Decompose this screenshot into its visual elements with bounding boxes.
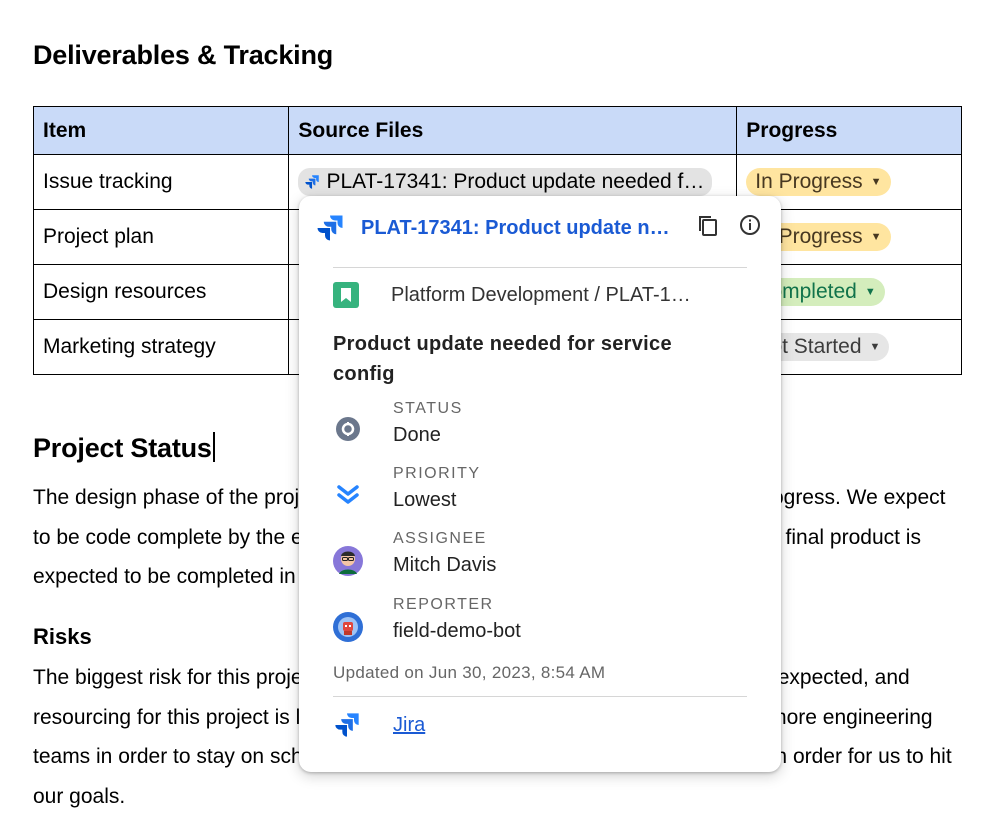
jira-icon: [317, 215, 343, 241]
reporter-avatar: [333, 612, 363, 642]
jira-source-link[interactable]: Jira: [393, 714, 425, 737]
jira-icon: [335, 713, 359, 737]
status-value: Done: [393, 424, 441, 446]
table-header-row: Item Source Files Progress: [32, 106, 962, 155]
status-dropdown[interactable]: In Progress ▼: [746, 168, 891, 196]
item-cell[interactable]: Project plan: [32, 209, 290, 265]
header-source-files: Source Files: [288, 106, 738, 155]
issue-summary: Product update needed for service config: [333, 333, 672, 385]
item-cell[interactable]: Issue tracking: [32, 154, 290, 210]
chevron-down-icon: ▼: [870, 176, 882, 188]
assignee-avatar: [333, 546, 363, 576]
divider: [333, 267, 747, 268]
chevron-down-icon: ▼: [870, 231, 882, 243]
jira-preview-card: PLAT-17341: Product update n… Platform D…: [299, 196, 781, 772]
reporter-field: REPORTER field-demo-bot: [333, 596, 521, 643]
jira-icon: [305, 174, 320, 189]
reporter-value: field-demo-bot: [393, 620, 521, 642]
item-cell[interactable]: Design resources: [32, 264, 290, 320]
status-field: STATUS Done: [333, 400, 463, 447]
updated-timestamp: Updated on Jun 30, 2023, 8:54 AM: [333, 663, 606, 682]
section-title-risks: Risks: [33, 624, 92, 649]
card-header: PLAT-17341: Product update n…: [315, 210, 765, 246]
chevron-down-icon: ▼: [869, 341, 881, 353]
assignee-value: Mitch Davis: [393, 554, 497, 576]
project-breadcrumb: Platform Development / PLAT-1…: [333, 282, 691, 308]
card-actions: [697, 214, 761, 238]
section-title-deliverables: Deliverables & Tracking: [33, 40, 334, 70]
issue-title-link[interactable]: PLAT-17341: Product update n…: [361, 217, 670, 240]
priority-value: Lowest: [393, 489, 457, 511]
jira-chip-label: PLAT-17341: Product update needed f…: [326, 169, 705, 193]
priority-field: PRIORITY Lowest: [333, 465, 481, 512]
status-icon: [336, 417, 360, 441]
section-title-project-status[interactable]: Project Status: [33, 432, 215, 464]
reporter-label: REPORTER: [393, 596, 494, 613]
project-path: Platform Development / PLAT-1…: [391, 283, 691, 306]
header-progress: Progress: [736, 106, 962, 155]
assignee-label: ASSIGNEE: [393, 530, 487, 547]
copy-icon[interactable]: [697, 214, 719, 238]
item-cell[interactable]: Marketing strategy: [32, 319, 290, 375]
status-label: In Progress: [755, 170, 863, 193]
priority-label: PRIORITY: [393, 465, 481, 482]
status-label: STATUS: [393, 400, 463, 417]
priority-lowest-icon: [337, 485, 359, 504]
text-cursor: [212, 432, 215, 462]
story-type-icon: [333, 282, 359, 308]
card-footer: Jira: [333, 711, 425, 739]
header-item: Item: [32, 106, 290, 155]
divider: [333, 696, 747, 697]
project-status-heading-text: Project Status: [33, 433, 212, 463]
info-icon[interactable]: [739, 214, 761, 236]
jira-smart-chip[interactable]: PLAT-17341: Product update needed f…: [298, 167, 713, 196]
chevron-down-icon: ▼: [864, 286, 876, 298]
assignee-field: ASSIGNEE Mitch Davis: [333, 530, 496, 577]
